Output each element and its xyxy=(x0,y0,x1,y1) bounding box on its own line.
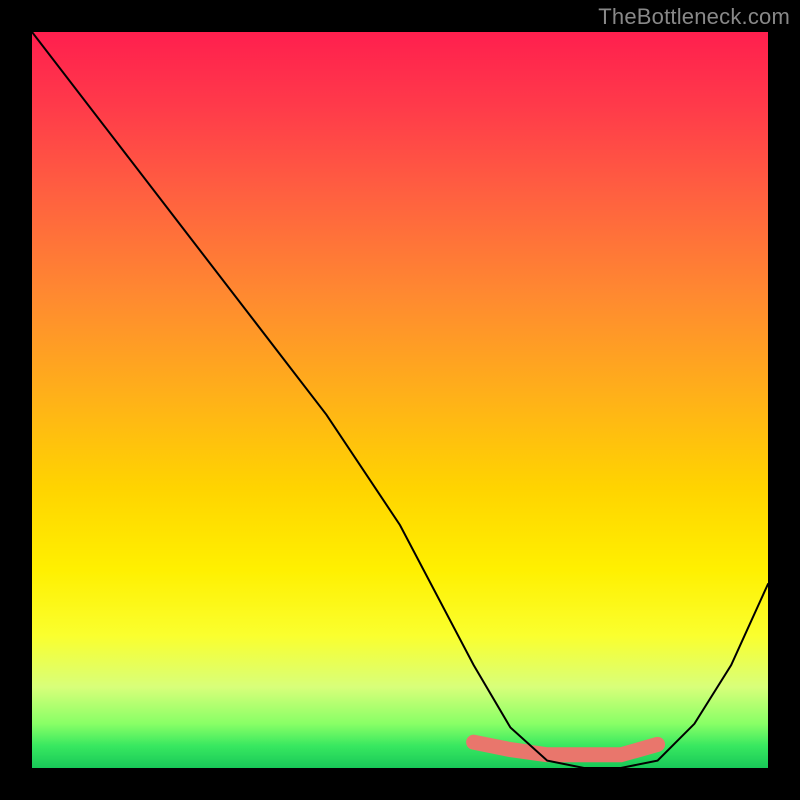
chart-frame: TheBottleneck.com xyxy=(0,0,800,800)
chart-svg xyxy=(32,32,768,768)
highlight-trough-line xyxy=(474,742,658,755)
bottleneck-curve-line xyxy=(32,32,768,768)
watermark-text: TheBottleneck.com xyxy=(598,4,790,30)
plot-area xyxy=(32,32,768,768)
